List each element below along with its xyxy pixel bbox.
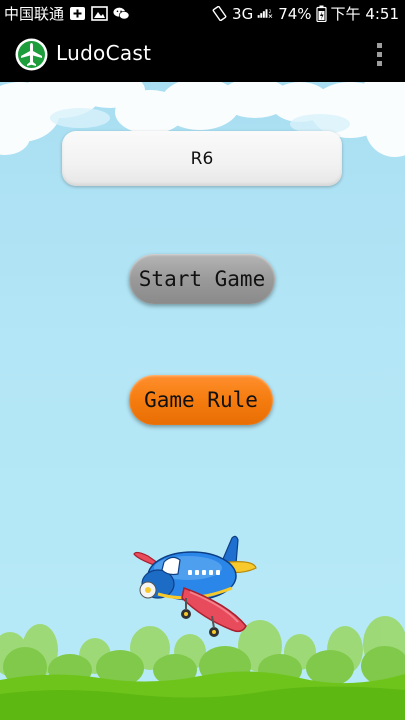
battery-percent: 74% xyxy=(278,4,312,23)
add-box-icon xyxy=(70,7,86,20)
network-type: 3G xyxy=(232,4,254,23)
start-game-button[interactable]: Start Game xyxy=(129,254,275,304)
game-rule-button[interactable]: Game Rule xyxy=(129,375,273,425)
carrier-label: 中国联通 xyxy=(4,5,65,23)
action-bar: LudoCast xyxy=(0,27,405,82)
clock: 下午 4:51 xyxy=(330,5,399,23)
room-code-display: R6 xyxy=(62,131,342,186)
app-title: LudoCast xyxy=(56,41,152,65)
svg-text:2: 2 xyxy=(269,9,272,14)
battery-icon xyxy=(315,5,327,22)
overflow-menu-icon[interactable] xyxy=(375,43,383,67)
airplane-app-icon xyxy=(15,38,48,71)
status-bar-left: 中国联通 xyxy=(4,3,130,24)
status-bar: 中国联通 3G 2 74% 下午 4:51 xyxy=(0,0,405,27)
signal-icon: 2 xyxy=(257,9,273,19)
rotate-icon xyxy=(212,6,227,21)
main-content: R6 Start Game Game Rule xyxy=(0,82,405,720)
cartoon-airplane-illustration xyxy=(133,535,257,637)
status-bar-right: 3G 2 74% 下午 4:51 xyxy=(211,3,399,24)
wechat-icon xyxy=(113,7,130,20)
image-icon xyxy=(91,6,108,21)
